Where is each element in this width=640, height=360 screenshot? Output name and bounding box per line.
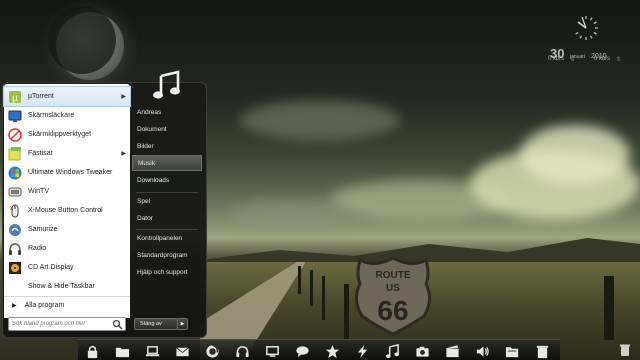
download-arrow-icon: ⇩	[570, 57, 576, 63]
places-column: Andreas Dokument Bilder Musik Downloads …	[132, 100, 202, 290]
place-dokument[interactable]: Dokument	[132, 121, 202, 137]
shutdown-button[interactable]: Stäng av	[134, 318, 178, 330]
film-icon[interactable]	[444, 343, 460, 359]
utorrent-icon: µ	[7, 89, 22, 104]
snipping-tool-icon	[7, 127, 22, 142]
program-item-cd-art[interactable]: CD Art Display	[4, 258, 130, 277]
fence-post	[344, 284, 349, 340]
upload-rate: 0 kb/s	[594, 56, 611, 62]
place-dator[interactable]: Dator	[132, 210, 202, 226]
place-andreas[interactable]: Andreas	[132, 104, 202, 120]
headphones-icon[interactable]	[234, 343, 250, 359]
place-help-support[interactable]: Hjälp och support	[132, 264, 202, 280]
firefox-icon[interactable]	[204, 343, 220, 359]
place-spel[interactable]: Spel	[132, 193, 202, 209]
place-bilder[interactable]: Bilder	[132, 138, 202, 154]
program-label: Ultimate Windows Tweaker	[28, 169, 113, 176]
place-standardprogram[interactable]: Standardprogram	[132, 247, 202, 263]
search-box[interactable]	[8, 317, 126, 331]
sign-number-text: 66	[377, 295, 408, 326]
triangle-right-icon: ▶	[12, 303, 17, 309]
cloud	[230, 200, 350, 230]
trash-can-icon[interactable]	[618, 343, 632, 357]
clock-dial-icon	[575, 16, 598, 40]
fence-post	[310, 270, 313, 306]
search-input[interactable]	[12, 319, 112, 329]
lock-icon[interactable]	[84, 343, 100, 359]
speaker-icon[interactable]	[474, 343, 490, 359]
lightning-icon[interactable]	[354, 343, 370, 359]
fence-post	[604, 276, 614, 340]
sticky-notes-icon	[7, 146, 22, 161]
mail-icon[interactable]	[174, 343, 190, 359]
moon-shadow	[48, 6, 116, 74]
svg-text:µ: µ	[12, 93, 18, 104]
monitor-icon[interactable]	[264, 343, 280, 359]
program-label: Samurize	[28, 226, 58, 233]
program-label: Skärmklippverktyget	[28, 131, 92, 138]
submenu-arrow-icon: ▶	[121, 94, 126, 100]
cloud	[240, 100, 400, 140]
dock	[78, 339, 560, 360]
download-rate: 0 kb/s	[548, 56, 565, 62]
headphones-icon	[7, 241, 22, 256]
sign-route-text: ROUTE	[376, 270, 411, 281]
place-musik[interactable]: Musik	[132, 155, 202, 171]
submenu-arrow-icon: ▶	[121, 151, 126, 157]
program-label: WinTV	[28, 188, 49, 195]
folder-icon[interactable]	[114, 343, 130, 359]
camera-icon[interactable]	[414, 343, 430, 359]
route-66-sign: ROUTE US 66	[355, 256, 431, 336]
program-item-wintv[interactable]: WinTV	[4, 182, 130, 201]
shutdown-options-arrow-icon[interactable]: ▶	[178, 318, 188, 330]
screensaver-icon	[7, 108, 22, 123]
chat-bubble-icon[interactable]	[294, 343, 310, 359]
program-item-xmouse[interactable]: X X-Mouse Button Control	[4, 201, 130, 220]
place-downloads[interactable]: Downloads	[132, 172, 202, 188]
program-label: CD Art Display	[28, 264, 74, 271]
mouse-icon: X	[7, 203, 22, 218]
laptop-icon[interactable]	[144, 343, 160, 359]
music-note-icon[interactable]	[384, 343, 400, 359]
program-label: µTorrent	[28, 93, 54, 100]
program-label: X-Mouse Button Control	[28, 207, 103, 214]
program-label: Fästisar	[28, 150, 53, 157]
samurize-icon	[7, 222, 22, 237]
sign-us-text: US	[386, 283, 400, 294]
windows-tweaker-icon	[7, 165, 22, 180]
program-item-snipping-tool[interactable]: Skärmklippverktyget	[4, 125, 130, 144]
program-item-utorrent[interactable]: µ µTorrent ▶	[3, 86, 131, 107]
blank-icon	[7, 279, 22, 294]
program-item-sticky-notes[interactable]: Fästisar ▶	[4, 144, 130, 163]
network-meter: 0 kb/s ⇩ 0 kb/s ⇧	[548, 56, 638, 66]
program-label: Show & Hide Taskbar	[28, 283, 95, 290]
cloud	[520, 125, 630, 185]
program-label: Radio	[28, 245, 47, 252]
fence-post	[322, 276, 325, 320]
all-programs-label: Alla program	[24, 302, 65, 309]
place-kontrollpanelen[interactable]: Kontrollpanelen	[132, 230, 202, 246]
program-item-screensaver[interactable]: Skärmsläckare	[4, 106, 130, 125]
trash-icon[interactable]	[534, 343, 550, 359]
program-item-samurize[interactable]: Samurize	[4, 220, 130, 239]
folder-open-icon[interactable]	[504, 343, 520, 359]
program-item-radio[interactable]: Radio	[4, 239, 130, 258]
star-icon[interactable]	[324, 343, 340, 359]
search-icon[interactable]	[112, 319, 123, 330]
program-list: µ µTorrent ▶ Skärmsläckare Skärmklippver…	[3, 84, 131, 318]
fence-post	[298, 266, 301, 294]
program-item-show-hide-taskbar[interactable]: Show & Hide Taskbar	[4, 277, 130, 296]
cd-art-icon	[7, 260, 22, 275]
music-note-icon	[153, 70, 180, 99]
all-programs-button[interactable]: ▶ Alla program	[4, 296, 130, 314]
tv-icon	[7, 184, 22, 199]
program-label: Skärmsläckare	[28, 112, 75, 119]
upload-arrow-icon: ⇧	[616, 57, 622, 63]
program-item-windows-tweaker[interactable]: Ultimate Windows Tweaker	[4, 163, 130, 182]
